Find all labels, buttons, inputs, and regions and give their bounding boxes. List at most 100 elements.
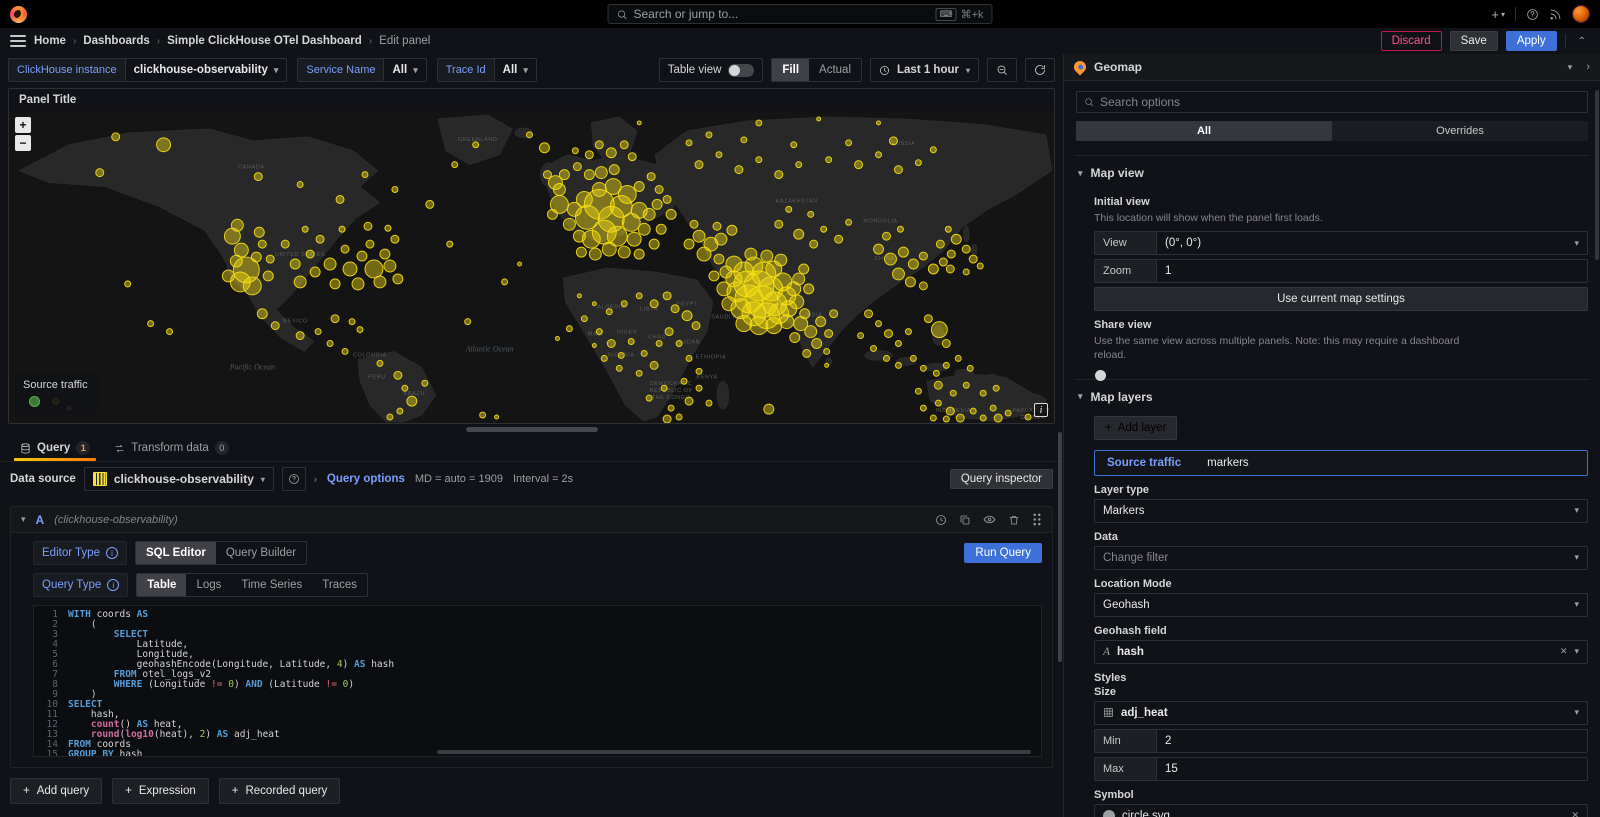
datasource-row: Data source clickhouse-observability ▾ ›… — [0, 462, 1063, 496]
data-filter-select[interactable]: Change filter▾ — [1094, 546, 1588, 570]
initial-view-desc: This location will show when the panel f… — [1094, 211, 1588, 225]
fill-option[interactable]: Fill — [772, 59, 809, 81]
remove-query-trash-icon[interactable] — [1008, 514, 1020, 526]
query-type-traces[interactable]: Traces — [312, 574, 367, 596]
variable-label: ClickHouse instance — [8, 58, 125, 82]
query-refid[interactable]: A — [36, 513, 45, 527]
discard-button[interactable]: Discard — [1381, 31, 1442, 51]
geohash-field-select[interactable]: A hash ✕▾ — [1094, 640, 1588, 664]
help-icon[interactable] — [1526, 8, 1539, 21]
menu-toggle-icon[interactable] — [10, 35, 26, 47]
chevron-down-icon: ▾ — [1574, 646, 1579, 657]
query-history-icon[interactable] — [935, 514, 947, 526]
drag-handle-icon[interactable] — [1032, 513, 1042, 526]
dashboard-variables-toolbar: ClickHouse instance clickhouse-observabi… — [0, 54, 1063, 86]
add-query-button[interactable]: +Add query — [10, 778, 102, 804]
clear-icon[interactable]: ✕ — [1560, 646, 1568, 657]
query-inspector-button[interactable]: Query inspector — [950, 469, 1053, 489]
time-range-picker[interactable]: Last 1 hour ▾ — [870, 58, 979, 82]
map-canvas[interactable]: RUSSIACANADAUNITED STATESMEXICOCOLOMBIAP… — [9, 111, 1054, 423]
location-mode-select[interactable]: Geohash▾ — [1094, 593, 1588, 617]
datasource-picker[interactable]: clickhouse-observability ▾ — [84, 467, 274, 491]
viz-picker-chevron-icon[interactable]: ▾ — [1568, 62, 1573, 73]
map-zoom-in-button[interactable]: + — [15, 117, 31, 133]
datasource-help-button[interactable] — [282, 467, 306, 491]
map-layers-section-header[interactable]: ▾ Map layers — [1076, 388, 1588, 412]
editor-horizontal-scrollbar[interactable] — [437, 750, 1031, 754]
save-button[interactable]: Save — [1450, 31, 1498, 51]
user-avatar[interactable] — [1572, 5, 1590, 23]
tab-overrides[interactable]: Overrides — [1332, 121, 1588, 141]
svg-text:THE CONGO: THE CONGO — [652, 395, 691, 401]
breadcrumb-dashboards[interactable]: Dashboards — [83, 35, 149, 47]
search-placeholder: Search or jump to... — [634, 7, 930, 21]
initial-view-label: Initial view — [1094, 196, 1588, 208]
actual-option[interactable]: Actual — [809, 59, 861, 81]
left-pane-scrollbar[interactable] — [1058, 432, 1062, 662]
query-builder-option[interactable]: Query Builder — [216, 542, 306, 564]
view-select[interactable]: (0°, 0°)▾ — [1156, 231, 1588, 255]
grafana-logo-icon[interactable] — [10, 6, 27, 23]
max-input[interactable]: 15 — [1156, 757, 1588, 781]
sql-editor-option[interactable]: SQL Editor — [136, 542, 216, 564]
add-layer-button[interactable]: +Add layer — [1094, 416, 1177, 440]
duplicate-query-icon[interactable] — [959, 514, 971, 526]
svg-text:NIGER: NIGER — [617, 330, 637, 336]
clock-icon — [879, 65, 890, 76]
svg-text:Pacific Ocean: Pacific Ocean — [229, 362, 275, 371]
geomap-panel: Panel Title — [8, 88, 1055, 424]
tab-transform-data[interactable]: Transform data 0 — [104, 437, 239, 461]
geomap-icon — [1072, 59, 1089, 76]
query-row-header[interactable]: ▾ A (clickhouse-observability) — [11, 507, 1052, 533]
symbol-label: Symbol — [1094, 789, 1588, 801]
add-recorded-query-button[interactable]: +Recorded query — [219, 778, 341, 804]
symbol-select[interactable]: circle.svg ✕ — [1094, 804, 1588, 817]
refresh-button[interactable] — [1025, 58, 1055, 82]
share-view-label: Share view — [1094, 319, 1588, 331]
tab-query[interactable]: Query 1 — [10, 437, 100, 461]
zoom-input[interactable]: 1 — [1156, 259, 1588, 283]
map-attribution-button[interactable]: i — [1034, 403, 1048, 417]
zoom-out-time-button[interactable] — [987, 58, 1017, 82]
query-type-logs[interactable]: Logs — [186, 574, 231, 596]
data-label: Data — [1094, 531, 1588, 543]
map-view-section-header[interactable]: ▾ Map view — [1076, 164, 1588, 188]
clear-icon[interactable]: ✕ — [1571, 810, 1579, 817]
query-options-toggle[interactable]: Query options — [327, 473, 405, 485]
toggle-off-icon[interactable] — [728, 64, 754, 77]
size-field-select[interactable]: adj_heat ▾ — [1094, 701, 1588, 725]
variable-value-dropdown[interactable]: clickhouse-observability▾ — [125, 58, 288, 82]
collapse-header-icon[interactable]: ⌃ — [1574, 36, 1590, 47]
layer-type-select[interactable]: Markers▾ — [1094, 499, 1588, 523]
apply-button[interactable]: Apply — [1506, 31, 1557, 51]
sql-code-editor[interactable]: 123456789101112131415 WITH coords AS ( S… — [33, 605, 1042, 757]
info-icon: i — [106, 547, 118, 559]
search-input[interactable]: Search or jump to... ⌨ ⌘+k — [608, 4, 993, 24]
panel-title[interactable]: Panel Title — [9, 89, 1054, 111]
layer-row-source-traffic[interactable]: Source traffic markers — [1094, 450, 1588, 476]
add-expression-button[interactable]: +Expression — [112, 778, 209, 804]
options-search-input[interactable]: Search options — [1076, 91, 1588, 113]
layer-type-label: Layer type — [1094, 484, 1588, 496]
news-icon[interactable] — [1549, 8, 1562, 21]
search-icon — [1084, 97, 1094, 107]
run-query-button[interactable]: Run Query — [964, 543, 1042, 563]
collapse-query-icon[interactable]: ▾ — [21, 514, 26, 525]
variable-value-dropdown[interactable]: All▾ — [494, 58, 537, 82]
breadcrumb-home[interactable]: Home — [34, 35, 66, 47]
new-menu-button[interactable]: +▾ — [1491, 7, 1505, 22]
table-view-toggle[interactable]: Table view — [659, 58, 764, 82]
breadcrumb-dashboard-name[interactable]: Simple ClickHouse OTel Dashboard — [167, 35, 362, 47]
hide-response-eye-icon[interactable] — [983, 513, 996, 526]
variable-value-dropdown[interactable]: All▾ — [383, 58, 426, 82]
query-type-timeseries[interactable]: Time Series — [231, 574, 312, 596]
min-input[interactable]: 2 — [1156, 729, 1588, 753]
query-type-table[interactable]: Table — [137, 574, 186, 596]
options-pane-scrollbar[interactable] — [1595, 90, 1599, 260]
use-current-map-settings-button[interactable]: Use current map settings — [1094, 287, 1588, 311]
svg-text:KAZAKHSTAN: KAZAKHSTAN — [776, 198, 818, 204]
map-zoom-out-button[interactable]: − — [15, 135, 31, 151]
chevron-down-icon: ▾ — [1078, 391, 1083, 402]
collapse-pane-icon[interactable]: › — [1586, 61, 1590, 73]
tab-all[interactable]: All — [1076, 121, 1332, 141]
